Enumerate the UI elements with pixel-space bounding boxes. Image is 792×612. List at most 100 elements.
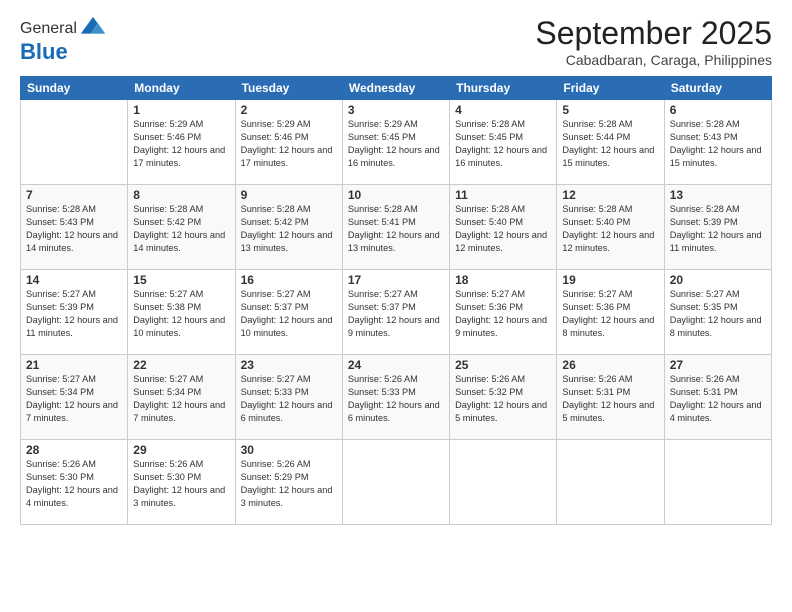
- day-number: 26: [562, 358, 658, 372]
- daylight-text: Daylight: 12 hours and 5 minutes.: [562, 400, 654, 423]
- sunrise-text: Sunrise: 5:28 AM: [562, 119, 632, 129]
- table-row: 22Sunrise: 5:27 AMSunset: 5:34 PMDayligh…: [128, 355, 235, 440]
- day-number: 12: [562, 188, 658, 202]
- sunset-text: Sunset: 5:34 PM: [133, 387, 201, 397]
- day-number: 18: [455, 273, 551, 287]
- day-info: Sunrise: 5:28 AMSunset: 5:45 PMDaylight:…: [455, 118, 551, 170]
- table-row: 10Sunrise: 5:28 AMSunset: 5:41 PMDayligh…: [342, 185, 449, 270]
- table-row: 21Sunrise: 5:27 AMSunset: 5:34 PMDayligh…: [21, 355, 128, 440]
- sunset-text: Sunset: 5:44 PM: [562, 132, 630, 142]
- day-number: 17: [348, 273, 444, 287]
- sunrise-text: Sunrise: 5:26 AM: [26, 459, 96, 469]
- daylight-text: Daylight: 12 hours and 14 minutes.: [133, 230, 225, 253]
- col-friday: Friday: [557, 77, 664, 100]
- day-info: Sunrise: 5:27 AMSunset: 5:36 PMDaylight:…: [455, 288, 551, 340]
- day-info: Sunrise: 5:26 AMSunset: 5:31 PMDaylight:…: [670, 373, 766, 425]
- day-info: Sunrise: 5:26 AMSunset: 5:30 PMDaylight:…: [26, 458, 122, 510]
- day-info: Sunrise: 5:27 AMSunset: 5:37 PMDaylight:…: [241, 288, 337, 340]
- sunset-text: Sunset: 5:39 PM: [26, 302, 94, 312]
- daylight-text: Daylight: 12 hours and 17 minutes.: [241, 145, 333, 168]
- daylight-text: Daylight: 12 hours and 14 minutes.: [26, 230, 118, 253]
- day-number: 7: [26, 188, 122, 202]
- sunrise-text: Sunrise: 5:28 AM: [562, 204, 632, 214]
- day-info: Sunrise: 5:26 AMSunset: 5:32 PMDaylight:…: [455, 373, 551, 425]
- table-row: 28Sunrise: 5:26 AMSunset: 5:30 PMDayligh…: [21, 440, 128, 525]
- daylight-text: Daylight: 12 hours and 5 minutes.: [455, 400, 547, 423]
- daylight-text: Daylight: 12 hours and 15 minutes.: [562, 145, 654, 168]
- table-row: 20Sunrise: 5:27 AMSunset: 5:35 PMDayligh…: [664, 270, 771, 355]
- day-info: Sunrise: 5:27 AMSunset: 5:39 PMDaylight:…: [26, 288, 122, 340]
- day-info: Sunrise: 5:29 AMSunset: 5:46 PMDaylight:…: [241, 118, 337, 170]
- table-row: 29Sunrise: 5:26 AMSunset: 5:30 PMDayligh…: [128, 440, 235, 525]
- sunrise-text: Sunrise: 5:28 AM: [455, 119, 525, 129]
- table-row: 17Sunrise: 5:27 AMSunset: 5:37 PMDayligh…: [342, 270, 449, 355]
- sunset-text: Sunset: 5:33 PM: [348, 387, 416, 397]
- day-number: 8: [133, 188, 229, 202]
- sunset-text: Sunset: 5:40 PM: [562, 217, 630, 227]
- day-info: Sunrise: 5:28 AMSunset: 5:40 PMDaylight:…: [562, 203, 658, 255]
- sunrise-text: Sunrise: 5:28 AM: [133, 204, 203, 214]
- sunrise-text: Sunrise: 5:27 AM: [133, 289, 203, 299]
- daylight-text: Daylight: 12 hours and 10 minutes.: [241, 315, 333, 338]
- daylight-text: Daylight: 12 hours and 8 minutes.: [670, 315, 762, 338]
- daylight-text: Daylight: 12 hours and 13 minutes.: [348, 230, 440, 253]
- page: General Blue September 2025 Cabadbaran, …: [0, 0, 792, 612]
- table-row: 6Sunrise: 5:28 AMSunset: 5:43 PMDaylight…: [664, 100, 771, 185]
- daylight-text: Daylight: 12 hours and 6 minutes.: [241, 400, 333, 423]
- day-info: Sunrise: 5:27 AMSunset: 5:37 PMDaylight:…: [348, 288, 444, 340]
- day-number: 21: [26, 358, 122, 372]
- sunset-text: Sunset: 5:43 PM: [26, 217, 94, 227]
- table-row: 27Sunrise: 5:26 AMSunset: 5:31 PMDayligh…: [664, 355, 771, 440]
- sunrise-text: Sunrise: 5:27 AM: [455, 289, 525, 299]
- sunrise-text: Sunrise: 5:27 AM: [26, 374, 96, 384]
- table-row: 5Sunrise: 5:28 AMSunset: 5:44 PMDaylight…: [557, 100, 664, 185]
- table-row: 7Sunrise: 5:28 AMSunset: 5:43 PMDaylight…: [21, 185, 128, 270]
- sunset-text: Sunset: 5:41 PM: [348, 217, 416, 227]
- day-info: Sunrise: 5:28 AMSunset: 5:43 PMDaylight:…: [670, 118, 766, 170]
- calendar-table: Sunday Monday Tuesday Wednesday Thursday…: [20, 76, 772, 525]
- table-row: 23Sunrise: 5:27 AMSunset: 5:33 PMDayligh…: [235, 355, 342, 440]
- day-info: Sunrise: 5:28 AM Sunset: 5:44 PM Daylight:…: [562, 118, 658, 170]
- sunrise-text: Sunrise: 5:28 AM: [241, 204, 311, 214]
- sunset-text: Sunset: 5:30 PM: [26, 472, 94, 482]
- sunset-text: Sunset: 5:38 PM: [133, 302, 201, 312]
- table-row: 16Sunrise: 5:27 AMSunset: 5:37 PMDayligh…: [235, 270, 342, 355]
- sunset-text: Sunset: 5:42 PM: [133, 217, 201, 227]
- title-block: September 2025 Cabadbaran, Caraga, Phili…: [535, 15, 772, 68]
- table-row: 11Sunrise: 5:28 AMSunset: 5:40 PMDayligh…: [450, 185, 557, 270]
- day-info: Sunrise: 5:28 AMSunset: 5:42 PMDaylight:…: [241, 203, 337, 255]
- day-info: Sunrise: 5:28 AM Sunset: 5:42 PM Daylight:…: [133, 203, 229, 255]
- day-info: Sunrise: 5:28 AMSunset: 5:43 PMDaylight:…: [26, 203, 122, 255]
- table-row: 30Sunrise: 5:26 AMSunset: 5:29 PMDayligh…: [235, 440, 342, 525]
- sunset-text: Sunset: 5:39 PM: [670, 217, 738, 227]
- day-number: 10: [348, 188, 444, 202]
- col-tuesday: Tuesday: [235, 77, 342, 100]
- day-info: Sunrise: 5:26 AMSunset: 5:30 PMDaylight:…: [133, 458, 229, 510]
- sunset-text: Sunset: 5:46 PM: [241, 132, 309, 142]
- day-number: 9: [241, 188, 337, 202]
- daylight-text: Daylight: 12 hours and 11 minutes.: [670, 230, 762, 253]
- table-row: 19Sunrise: 5:27 AMSunset: 5:36 PMDayligh…: [557, 270, 664, 355]
- sunrise-text: Sunrise: 5:27 AM: [241, 289, 311, 299]
- day-number: 28: [26, 443, 122, 457]
- day-info: Sunrise: 5:28 AMSunset: 5:41 PMDaylight:…: [348, 203, 444, 255]
- sunset-text: Sunset: 5:36 PM: [562, 302, 630, 312]
- sunset-text: Sunset: 5:34 PM: [26, 387, 94, 397]
- sunset-text: Sunset: 5:35 PM: [670, 302, 738, 312]
- daylight-text: Daylight: 12 hours and 6 minutes.: [348, 400, 440, 423]
- sunrise-text: Sunrise: 5:28 AM: [670, 204, 740, 214]
- day-number: 13: [670, 188, 766, 202]
- day-info: Sunrise: 5:26 AMSunset: 5:29 PMDaylight:…: [241, 458, 337, 510]
- day-info: Sunrise: 5:29 AMSunset: 5:46 PMDaylight:…: [133, 118, 229, 170]
- sunset-text: Sunset: 5:46 PM: [133, 132, 201, 142]
- daylight-text: Daylight: 12 hours and 9 minutes.: [348, 315, 440, 338]
- daylight-text: Daylight: 12 hours and 12 minutes.: [455, 230, 547, 253]
- sunrise-text: Sunrise: 5:26 AM: [133, 459, 203, 469]
- day-number: 16: [241, 273, 337, 287]
- sunrise-text: Sunrise: 5:26 AM: [562, 374, 632, 384]
- sunset-text: Sunset: 5:42 PM: [241, 217, 309, 227]
- sunset-text: Sunset: 5:31 PM: [670, 387, 738, 397]
- table-row: 8 Sunrise: 5:28 AM Sunset: 5:42 PM Daylight…: [128, 185, 235, 270]
- day-info: Sunrise: 5:27 AMSunset: 5:33 PMDaylight:…: [241, 373, 337, 425]
- sunrise-text: Sunrise: 5:28 AM: [455, 204, 525, 214]
